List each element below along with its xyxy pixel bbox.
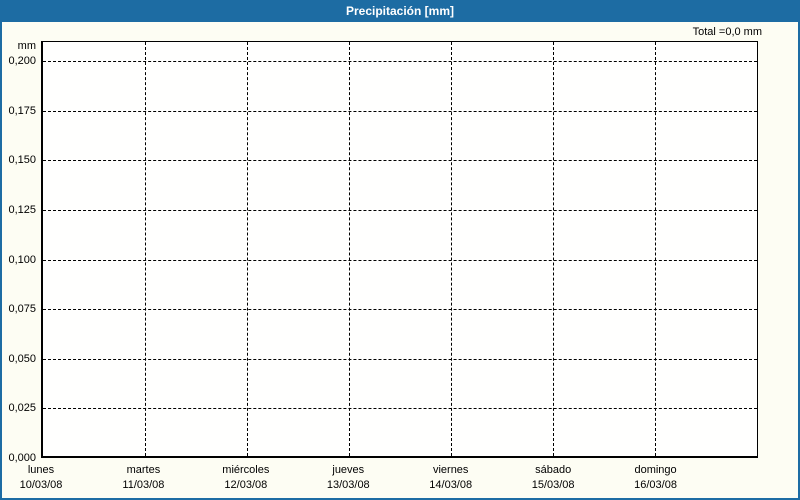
h-gridline: [43, 408, 757, 410]
day-name: sábado: [535, 464, 572, 476]
y-tick-label: 0,125: [8, 203, 36, 216]
day-date: 12/03/08: [224, 479, 268, 491]
plot-area: [41, 41, 758, 458]
v-gridline: [655, 42, 656, 456]
h-gridline: [43, 259, 757, 261]
h-gridline: [43, 110, 757, 112]
day-date: 13/03/08: [326, 479, 370, 491]
x-day-label: jueves 13/03/08: [302, 463, 394, 493]
y-axis-unit-label: mm: [17, 40, 36, 52]
v-gridline: [145, 42, 146, 456]
y-tick-label: 0,075: [8, 303, 36, 316]
y-tick-label: 0,175: [8, 104, 36, 117]
h-gridline: [43, 358, 757, 360]
y-tick-label: 0,050: [8, 352, 36, 365]
day-date: 15/03/08: [531, 479, 575, 491]
y-tick-label: 0,150: [8, 154, 36, 167]
day-name: domingo: [634, 464, 677, 476]
v-gridline: [247, 42, 248, 456]
x-day-label: lunes 10/03/08: [2, 463, 87, 493]
x-day-label: sábado 15/03/08: [507, 463, 599, 493]
v-gridline: [349, 42, 350, 456]
day-date: 14/03/08: [429, 479, 473, 491]
x-day-label: domingo 16/03/08: [610, 463, 702, 493]
h-gridline: [43, 309, 757, 311]
y-tick-label: 0,025: [8, 402, 36, 415]
h-gridline: [43, 160, 757, 162]
x-day-label: martes 11/03/08: [97, 463, 189, 493]
v-gridline: [553, 42, 554, 456]
day-date: 11/03/08: [122, 479, 165, 491]
day-name: martes: [126, 464, 161, 476]
day-name: lunes: [27, 464, 55, 476]
v-gridline: [451, 42, 452, 456]
x-day-label: viernes 14/03/08: [405, 463, 497, 493]
y-tick-label: 0,200: [8, 55, 36, 67]
x-day-label: miércoles 12/03/08: [200, 463, 292, 493]
y-tick-label: 0,100: [8, 253, 36, 266]
chart-title: Precipitación [mm]: [345, 4, 455, 18]
day-name: jueves: [332, 464, 365, 476]
day-name: miércoles: [222, 464, 270, 476]
day-name: viernes: [432, 464, 469, 476]
day-date: 10/03/08: [19, 479, 63, 491]
h-gridline: [43, 61, 757, 62]
total-precipitation-label: Total =0,0 mm: [692, 26, 762, 38]
precipitation-chart-window: Precipitación [mm] Total =0,0 mm mm 0,20…: [0, 0, 800, 500]
h-gridline: [43, 209, 757, 211]
window-title-bar: Precipitación [mm]: [2, 2, 798, 22]
day-date: 16/03/08: [634, 479, 677, 491]
